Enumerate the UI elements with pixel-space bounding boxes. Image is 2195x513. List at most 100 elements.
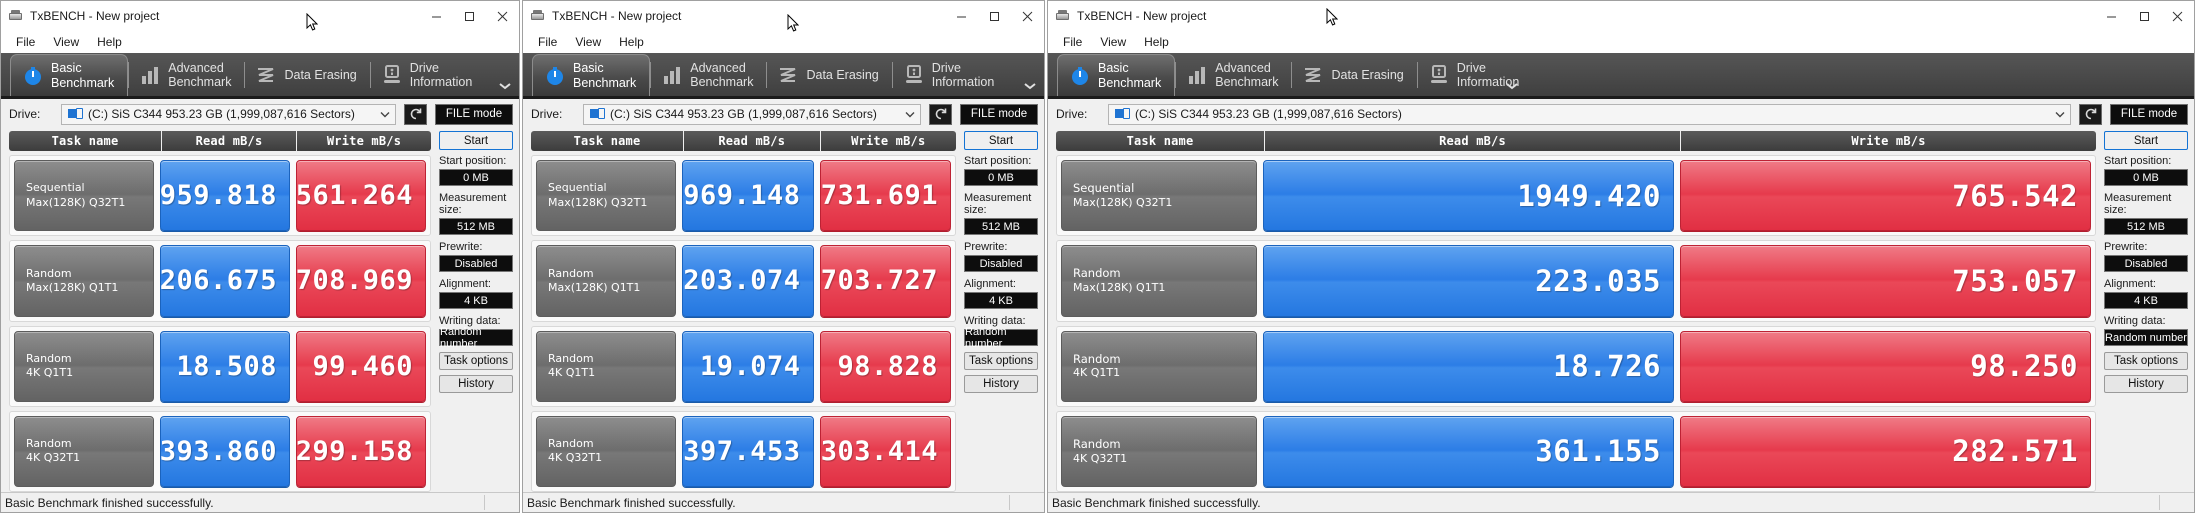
tab-strip: Basic Benchmark Advanced Benchmark Data … — [1, 53, 519, 99]
tab-advanced-benchmark[interactable]: Advanced Benchmark — [128, 54, 244, 96]
file-mode-button[interactable]: FILE mode — [2110, 104, 2188, 125]
title-bar[interactable]: TxBENCH - New project — [1, 1, 519, 31]
menu-file[interactable]: File — [7, 33, 44, 51]
chevron-down-icon[interactable] — [380, 105, 390, 124]
alignment-value[interactable]: 4 KB — [964, 292, 1038, 309]
history-button[interactable]: History — [964, 375, 1038, 393]
close-icon[interactable] — [486, 1, 519, 31]
close-icon[interactable] — [2161, 1, 2194, 31]
title-bar[interactable]: TxBENCH - New project — [523, 1, 1044, 31]
window-controls — [945, 1, 1044, 31]
task-line-1: Random — [548, 267, 675, 281]
task-name-cell[interactable]: Random 4K Q32T1 — [1061, 416, 1257, 487]
alignment-value[interactable]: 4 KB — [439, 292, 513, 309]
eraser-waves-icon — [255, 64, 277, 86]
window-title: TxBENCH - New project — [552, 9, 681, 23]
start-position-value[interactable]: 0 MB — [2104, 169, 2188, 186]
maximize-icon[interactable] — [453, 1, 486, 31]
writing-data-value[interactable]: Random number — [2104, 329, 2188, 346]
menu-help[interactable]: Help — [610, 33, 653, 51]
maximize-icon[interactable] — [978, 1, 1011, 31]
task-options-button[interactable]: Task options — [2104, 352, 2188, 370]
task-name-cell[interactable]: Random Max(128K) Q1T1 — [14, 245, 154, 316]
menu-help[interactable]: Help — [88, 33, 131, 51]
measurement-size-value[interactable]: 512 MB — [964, 218, 1038, 235]
task-name-cell[interactable]: Random Max(128K) Q1T1 — [1061, 245, 1257, 316]
writing-data-value[interactable]: Random number — [964, 329, 1038, 346]
tab-data-erasing[interactable]: Data Erasing — [766, 54, 891, 96]
status-bar: Basic Benchmark finished successfully. — [1048, 492, 2194, 512]
chevron-down-icon[interactable] — [2055, 105, 2065, 124]
tab-data-erasing[interactable]: Data Erasing — [244, 54, 369, 96]
task-name-cell[interactable]: Random Max(128K) Q1T1 — [536, 245, 676, 316]
task-options-button[interactable]: Task options — [964, 352, 1038, 370]
task-name-cell[interactable]: Sequential Max(128K) Q32T1 — [14, 160, 154, 231]
minimize-icon[interactable] — [2095, 1, 2128, 31]
file-mode-button[interactable]: FILE mode — [960, 104, 1038, 125]
chevron-down-icon[interactable] — [1022, 79, 1038, 93]
tab-advanced-benchmark[interactable]: Advanced Benchmark — [650, 54, 766, 96]
history-button[interactable]: History — [439, 375, 513, 393]
chevron-down-icon[interactable] — [497, 79, 513, 93]
minimize-icon[interactable] — [420, 1, 453, 31]
options-panel: Start Start position: 0 MB Measurement s… — [2102, 129, 2194, 492]
menu-view[interactable]: View — [566, 33, 610, 51]
prewrite-value[interactable]: Disabled — [964, 255, 1038, 272]
refresh-button[interactable] — [2079, 104, 2102, 125]
prewrite-value[interactable]: Disabled — [439, 255, 513, 272]
read-value-cell: 18.508 — [160, 331, 290, 402]
tab-basic-benchmark[interactable]: Basic Benchmark — [1057, 54, 1175, 96]
alignment-value[interactable]: 4 KB — [2104, 292, 2188, 309]
maximize-icon[interactable] — [2128, 1, 2161, 31]
prewrite-value[interactable]: Disabled — [2104, 255, 2188, 272]
refresh-button[interactable] — [404, 104, 427, 125]
results-table: Task name Read mB/s Write mB/s Sequentia… — [523, 129, 962, 492]
task-name-cell[interactable]: Random 4K Q1T1 — [14, 331, 154, 402]
drive-label: Drive: — [9, 107, 53, 121]
drive-select[interactable]: (C:) SiS C344 953.23 GB (1,999,087,616 S… — [583, 104, 921, 125]
history-button[interactable]: History — [2104, 375, 2188, 393]
writing-data-label: Writing data: — [2104, 315, 2188, 327]
tab-advanced-benchmark[interactable]: Advanced Benchmark — [1175, 54, 1291, 96]
task-options-button[interactable]: Task options — [439, 352, 513, 370]
start-button[interactable]: Start — [439, 131, 513, 150]
file-mode-button[interactable]: FILE mode — [435, 104, 513, 125]
menu-view[interactable]: View — [1091, 33, 1135, 51]
drive-small-icon — [68, 108, 83, 120]
menu-view[interactable]: View — [44, 33, 88, 51]
tab-drive-information[interactable]: Drive Information — [892, 54, 1008, 96]
chevron-down-icon[interactable] — [1504, 79, 1520, 93]
tab-label: Advanced Benchmark — [168, 61, 231, 90]
minimize-icon[interactable] — [945, 1, 978, 31]
task-name-cell[interactable]: Random 4K Q32T1 — [536, 416, 676, 487]
task-name-cell[interactable]: Random 4K Q1T1 — [1061, 331, 1257, 402]
task-line-2: 4K Q32T1 — [548, 451, 675, 465]
tab-basic-benchmark[interactable]: Basic Benchmark — [532, 54, 650, 96]
window-body: Drive: (C:) SiS C344 953.23 GB (1,999,08… — [1048, 99, 2194, 512]
tab-drive-information[interactable]: Drive Information — [370, 54, 486, 96]
start-position-value[interactable]: 0 MB — [964, 169, 1038, 186]
tab-data-erasing[interactable]: Data Erasing — [1291, 54, 1416, 96]
tab-basic-benchmark[interactable]: Basic Benchmark — [10, 54, 128, 96]
drive-select[interactable]: (C:) SiS C344 953.23 GB (1,999,087,616 S… — [61, 104, 396, 125]
task-name-cell[interactable]: Random 4K Q1T1 — [536, 331, 676, 402]
task-name-cell[interactable]: Sequential Max(128K) Q32T1 — [1061, 160, 1257, 231]
menu-file[interactable]: File — [529, 33, 566, 51]
task-name-cell[interactable]: Random 4K Q32T1 — [14, 416, 154, 487]
start-button[interactable]: Start — [2104, 131, 2188, 150]
title-bar[interactable]: TxBENCH - New project — [1048, 1, 2194, 31]
refresh-button[interactable] — [929, 104, 952, 125]
menu-file[interactable]: File — [1054, 33, 1091, 51]
close-icon[interactable] — [1011, 1, 1044, 31]
drive-info-icon — [381, 64, 403, 86]
drive-select[interactable]: (C:) SiS C344 953.23 GB (1,999,087,616 S… — [1108, 104, 2071, 125]
task-name-cell[interactable]: Sequential Max(128K) Q32T1 — [536, 160, 676, 231]
start-button[interactable]: Start — [964, 131, 1038, 150]
writing-data-value[interactable]: Random number — [439, 329, 513, 346]
measurement-size-value[interactable]: 512 MB — [2104, 218, 2188, 235]
menu-help[interactable]: Help — [1135, 33, 1178, 51]
measurement-size-value[interactable]: 512 MB — [439, 218, 513, 235]
chevron-down-icon[interactable] — [905, 105, 915, 124]
column-header-read: Read mB/s — [684, 131, 820, 151]
start-position-value[interactable]: 0 MB — [439, 169, 513, 186]
